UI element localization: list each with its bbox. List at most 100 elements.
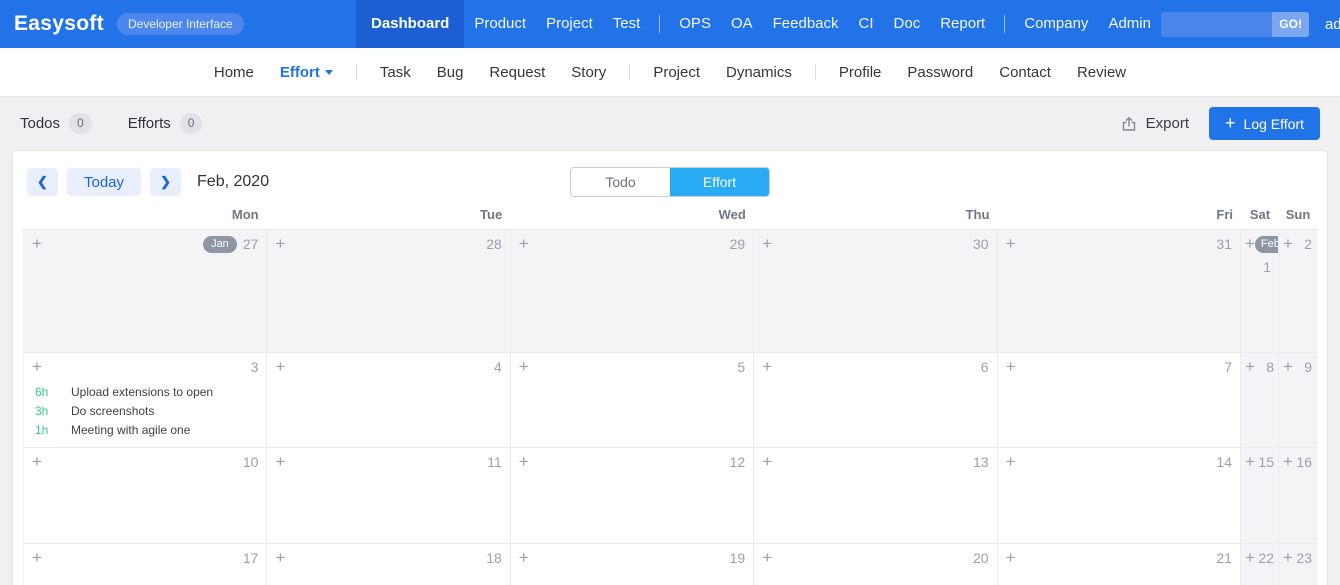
add-effort-button[interactable]: + <box>1245 454 1255 470</box>
subnav-item-home[interactable]: Home <box>201 64 267 81</box>
count-badge: 0 <box>69 113 92 134</box>
day-header-sat: Sat <box>1241 203 1279 229</box>
subnav-item-dynamics[interactable]: Dynamics <box>713 64 805 81</box>
effort-entry[interactable]: 6hUpload extensions to open <box>32 383 258 402</box>
search-input[interactable] <box>1161 12 1272 37</box>
topnav-item-ci[interactable]: CI <box>849 0 884 48</box>
today-button[interactable]: Today <box>67 168 141 196</box>
sub-navigation: HomeEffort Task BugRequestStory ProjectDyna… <box>0 48 1340 97</box>
date-number: 13 <box>973 454 989 471</box>
export-button[interactable]: Export <box>1121 115 1189 132</box>
calendar-cell: +30 <box>754 230 997 353</box>
date-number: 23 <box>1296 550 1312 567</box>
date-number: 31 <box>1216 236 1232 253</box>
subnav-item-task-label: Task <box>380 64 411 81</box>
toolbar-actions: Export + Log Effort <box>1121 107 1320 140</box>
add-effort-button[interactable]: + <box>1283 236 1293 252</box>
toggle-todo[interactable]: Todo <box>571 168 670 196</box>
effort-entry[interactable]: 3hDo screenshots <box>32 402 258 421</box>
calendar-cell: +23 <box>1279 544 1317 585</box>
tab-todos[interactable]: Todos0 <box>20 113 92 134</box>
day-header-tue: Tue <box>267 203 511 229</box>
brand: Easysoft Developer Interface <box>0 12 356 36</box>
add-effort-button[interactable]: + <box>1006 454 1016 470</box>
add-effort-button[interactable]: + <box>32 236 42 252</box>
calendar-cell: +4 <box>267 353 510 448</box>
add-effort-button[interactable]: + <box>1245 550 1255 566</box>
topnav-item-report[interactable]: Report <box>930 0 995 48</box>
app-logo[interactable]: Easysoft <box>14 12 104 36</box>
nav-divider <box>815 64 816 80</box>
topnav-item-ops[interactable]: OPS <box>669 0 721 48</box>
add-effort-button[interactable]: + <box>32 359 42 375</box>
subnav-item-task[interactable]: Task <box>367 64 424 81</box>
add-effort-button[interactable]: + <box>519 550 529 566</box>
add-effort-button[interactable]: + <box>1006 359 1016 375</box>
add-effort-button[interactable]: + <box>762 454 772 470</box>
subnav-item-project[interactable]: Project <box>640 64 713 81</box>
view-toggle: TodoEffort <box>570 167 770 197</box>
date-number: 17 <box>243 550 259 567</box>
calendar-cell: +6 <box>754 353 997 448</box>
user-menu[interactable]: admin <box>1325 16 1340 33</box>
plus-icon: + <box>1225 114 1236 132</box>
calendar-cell: +22 <box>1241 544 1279 585</box>
topnav-item-product[interactable]: Product <box>464 0 536 48</box>
add-effort-button[interactable]: + <box>519 359 529 375</box>
topnav-item-doc[interactable]: Doc <box>884 0 931 48</box>
topnav-item-company[interactable]: Company <box>1014 0 1098 48</box>
add-effort-button[interactable]: + <box>275 454 285 470</box>
add-effort-button[interactable]: + <box>1245 236 1255 252</box>
add-effort-button[interactable]: + <box>1006 236 1016 252</box>
add-effort-button[interactable]: + <box>275 236 285 252</box>
add-effort-button[interactable]: + <box>762 236 772 252</box>
search-go-button[interactable]: GO! <box>1272 12 1309 37</box>
subnav-item-bug[interactable]: Bug <box>424 64 477 81</box>
topnav-item-feedback-label: Feedback <box>773 15 839 32</box>
add-effort-button[interactable]: + <box>32 550 42 566</box>
calendar-cell: +11 <box>267 448 510 544</box>
subnav-item-profile-label: Profile <box>839 64 882 81</box>
topnav-item-feedback[interactable]: Feedback <box>763 0 849 48</box>
add-effort-button[interactable]: + <box>275 550 285 566</box>
topnav-item-test-label: Test <box>613 15 641 32</box>
add-effort-button[interactable]: + <box>1245 359 1255 375</box>
topbar: Easysoft Developer Interface DashboardPr… <box>0 0 1340 48</box>
tab-efforts[interactable]: Efforts0 <box>128 113 203 134</box>
topnav-item-admin[interactable]: Admin <box>1098 0 1161 48</box>
add-effort-button[interactable]: + <box>762 550 772 566</box>
search-box: GO! <box>1161 12 1309 37</box>
topnav-item-admin-label: Admin <box>1108 15 1151 32</box>
subnav-item-contact[interactable]: Contact <box>986 64 1064 81</box>
nav-divider <box>356 64 357 80</box>
calendar-cell: +7 <box>998 353 1241 448</box>
add-effort-button[interactable]: + <box>275 359 285 375</box>
topnav-item-dashboard[interactable]: Dashboard <box>356 0 464 48</box>
subnav-item-request[interactable]: Request <box>476 64 558 81</box>
add-effort-button[interactable]: + <box>1283 359 1293 375</box>
subnav-item-password[interactable]: Password <box>894 64 986 81</box>
date-number: 18 <box>486 550 502 567</box>
export-label: Export <box>1146 115 1189 132</box>
subnav-item-profile[interactable]: Profile <box>826 64 895 81</box>
add-effort-button[interactable]: + <box>1283 454 1293 470</box>
add-effort-button[interactable]: + <box>1006 550 1016 566</box>
topnav-item-test[interactable]: Test <box>603 0 651 48</box>
day-header-fri: Fri <box>997 203 1241 229</box>
add-effort-button[interactable]: + <box>1283 550 1293 566</box>
topnav-item-project[interactable]: Project <box>536 0 603 48</box>
month-label: Feb, 2020 <box>197 173 269 191</box>
add-effort-button[interactable]: + <box>762 359 772 375</box>
subnav-item-effort[interactable]: Effort <box>267 64 346 81</box>
add-effort-button[interactable]: + <box>32 454 42 470</box>
toggle-effort[interactable]: Effort <box>670 168 769 196</box>
prev-month-button[interactable]: ❮ <box>27 168 58 196</box>
effort-entry[interactable]: 1hMeeting with agile one <box>32 421 258 440</box>
subnav-item-story[interactable]: Story <box>558 64 619 81</box>
add-effort-button[interactable]: + <box>519 236 529 252</box>
topnav-item-oa[interactable]: OA <box>721 0 763 48</box>
next-month-button[interactable]: ❯ <box>150 168 181 196</box>
add-effort-button[interactable]: + <box>519 454 529 470</box>
log-effort-button[interactable]: + Log Effort <box>1209 107 1320 140</box>
subnav-item-review[interactable]: Review <box>1064 64 1139 81</box>
